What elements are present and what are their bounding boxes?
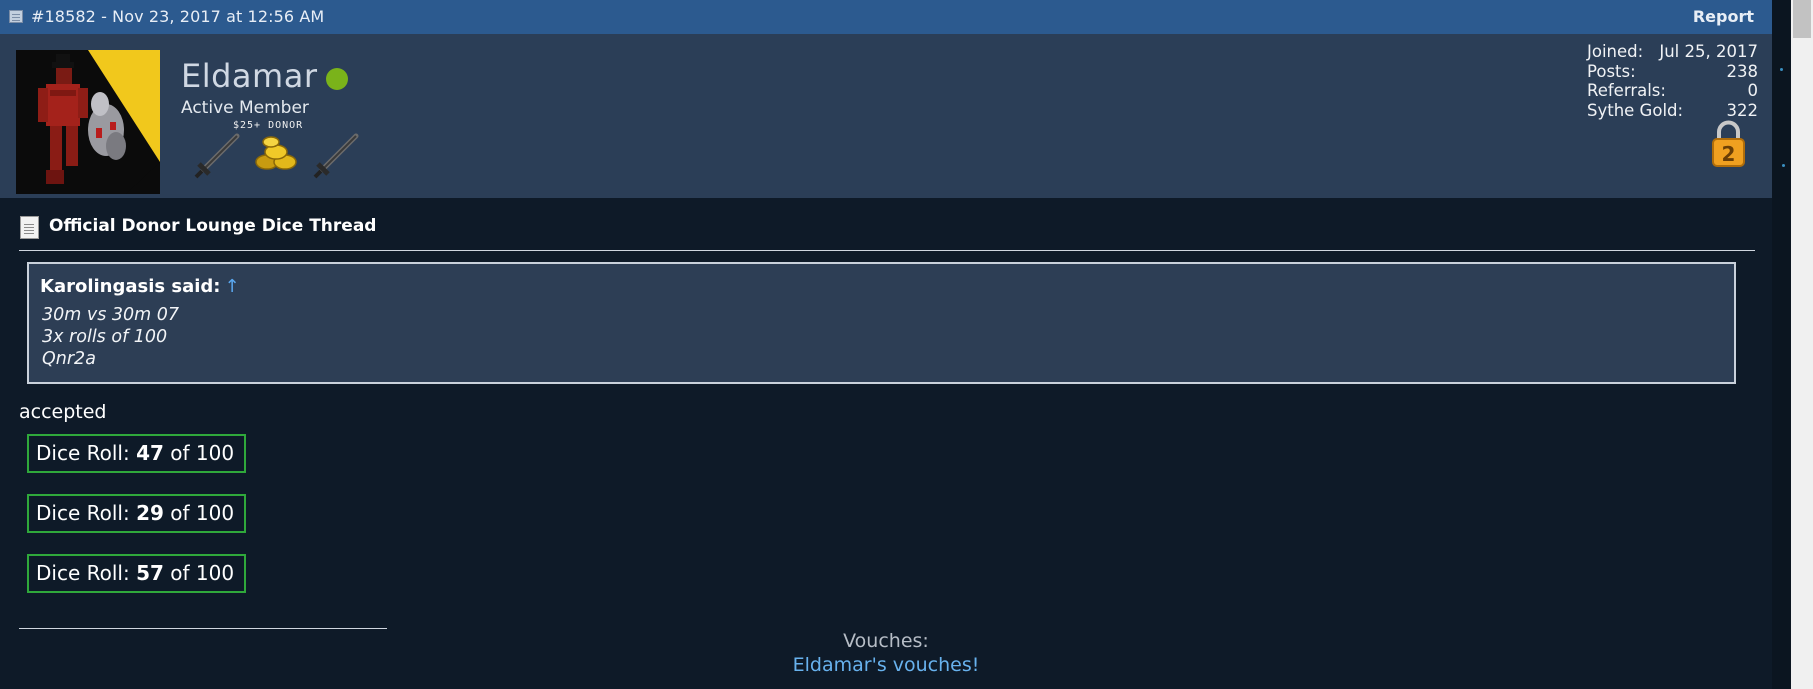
post-header-bar: #18582 - Nov 23, 2017 at 12:56 AM Report [0, 0, 1772, 34]
post-meta[interactable]: #18582 - Nov 23, 2017 at 12:56 AM [31, 7, 324, 26]
quote-author: Karolingasis said: ↑ [40, 276, 240, 297]
dice-roll-box: Dice Roll: 57 of 100 [27, 554, 246, 593]
vertical-scrollbar[interactable] [1791, 0, 1813, 689]
quote-line: 30m vs 30m 07 [42, 305, 180, 325]
quote-block: Karolingasis said: ↑ 30m vs 30m 07 3x rol… [27, 262, 1736, 384]
stat-joined: Joined: Jul 25, 2017 [1587, 42, 1758, 62]
reply-text: accepted [19, 401, 107, 423]
stat-value: 238 [1726, 61, 1759, 81]
sparkle-decoration [1780, 68, 1783, 71]
dice-roll-value: 57 [136, 561, 164, 585]
user-info-panel: Eldamar Active Member $25+ DONOR Joined:… [0, 34, 1772, 198]
padlock-number: 2 [1722, 142, 1736, 166]
jump-to-quote-arrow-icon[interactable]: ↑ [225, 276, 240, 297]
dice-roll-value: 29 [136, 501, 164, 525]
stat-referrals: Referrals: 0 [1587, 81, 1758, 101]
padlock-icon[interactable]: 2 [1711, 120, 1746, 168]
thread-title: Official Donor Lounge Dice Thread [49, 216, 377, 236]
stat-label: Referrals: [1587, 81, 1666, 100]
stat-value: Jul 25, 2017 [1659, 42, 1758, 61]
sparkle-decoration [1782, 164, 1785, 167]
vouches-link[interactable]: Eldamar's vouches! [0, 654, 1772, 676]
quote-text: 30m vs 30m 07 3x rolls of 100 Qnr2a [42, 304, 179, 370]
stat-value: 0 [1747, 81, 1759, 100]
quote-line: Qnr2a [42, 349, 96, 369]
donor-tag: $25+ DONOR [233, 120, 304, 131]
scrollbar-thumb[interactable] [1793, 0, 1811, 38]
dice-roll-prefix: Dice Roll: [36, 561, 137, 585]
document-icon [20, 216, 39, 239]
report-link[interactable]: Report [1693, 7, 1754, 26]
stat-value: 322 [1726, 100, 1759, 120]
user-stats: Joined: Jul 25, 2017 Posts: 238 Referral… [1587, 42, 1758, 120]
divider [19, 250, 1755, 251]
stat-label: Sythe Gold: [1587, 100, 1684, 120]
forum-post: #18582 - Nov 23, 2017 at 12:56 AM Report [0, 0, 1772, 689]
avatar-image [16, 50, 160, 194]
stat-label: Posts: [1587, 61, 1636, 81]
sword-award-icon [313, 133, 359, 179]
online-status-icon [326, 68, 348, 90]
stat-sythe-gold: Sythe Gold: 322 [1587, 101, 1758, 121]
dice-roll-suffix: of 100 [163, 441, 235, 465]
gold-coins-icon [255, 136, 297, 170]
post-icon [9, 10, 23, 23]
dice-roll-prefix: Dice Roll: [36, 441, 137, 465]
dice-roll-suffix: of 100 [163, 561, 235, 585]
dice-roll-box: Dice Roll: 47 of 100 [27, 434, 246, 473]
stat-label: Joined: [1587, 42, 1644, 61]
username[interactable]: Eldamar [181, 57, 317, 95]
quote-author-label: Karolingasis said: [40, 276, 221, 297]
quote-line: 3x rolls of 100 [42, 327, 168, 347]
user-title: Active Member [181, 98, 309, 118]
dice-roll-box: Dice Roll: 29 of 100 [27, 494, 246, 533]
sword-award-icon [194, 133, 240, 179]
dice-roll-prefix: Dice Roll: [36, 501, 137, 525]
page: #18582 - Nov 23, 2017 at 12:56 AM Report [0, 0, 1813, 689]
avatar[interactable] [16, 50, 160, 194]
stat-posts: Posts: 238 [1587, 62, 1758, 82]
dice-roll-suffix: of 100 [163, 501, 235, 525]
dice-roll-value: 47 [136, 441, 164, 465]
signature-divider [19, 628, 387, 629]
vouches-label: Vouches: [843, 630, 929, 652]
page-background-gutter [1772, 0, 1791, 689]
